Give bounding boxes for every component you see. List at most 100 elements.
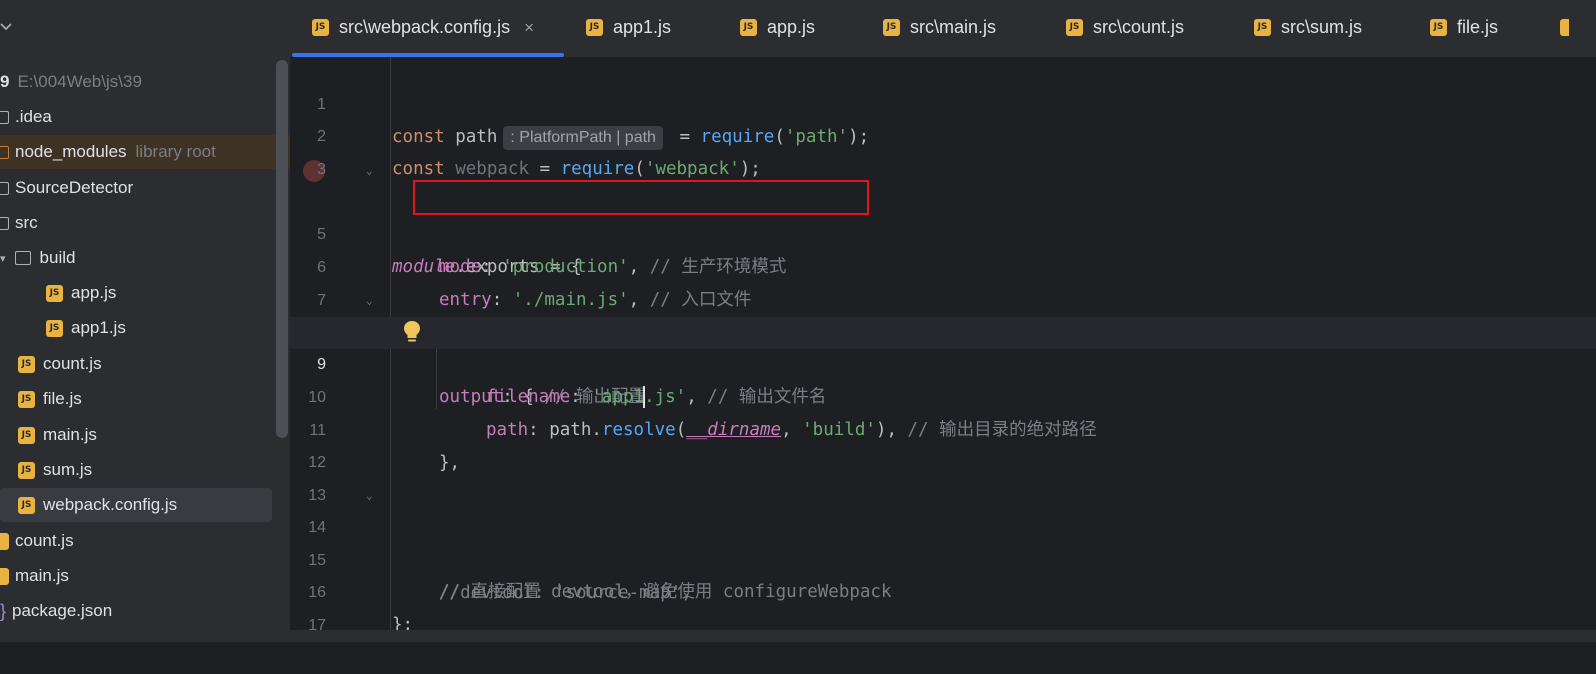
code-line-2[interactable]: 2 const webpack = require('webpack'); — [290, 89, 1596, 179]
js-file-icon: JS — [586, 19, 603, 36]
tree-item-label: .idea — [15, 107, 52, 126]
folder-icon — [0, 181, 9, 195]
code-line-14[interactable]: 14 ⌄ // 直接配置 devtool，避免使用 configureWebpa… — [290, 480, 1596, 602]
tree-item-label: app1.js — [71, 318, 126, 337]
js-file-icon: JS — [18, 426, 35, 444]
tab-app1-js[interactable]: JS app1.js — [586, 0, 671, 55]
code-line-17[interactable]: 17 — [290, 578, 1596, 634]
js-file-icon: JS — [18, 461, 35, 479]
folder-icon — [0, 110, 9, 124]
tree-item-src-sum-js[interactable]: JS sum.js — [0, 453, 278, 487]
tree-item-src-file-js[interactable]: JS file.js — [0, 382, 278, 416]
tab-label: src\main.js — [910, 17, 997, 37]
tree-root[interactable]: 9 E:\004Web\js\39 — [0, 65, 278, 99]
js-file-icon: JS — [18, 355, 35, 373]
tab-src-sum-js[interactable]: JS src\sum.js — [1254, 0, 1362, 55]
tree-item-idea[interactable]: .idea — [0, 100, 278, 134]
tree-item-webpack-config-js[interactable]: JS webpack.config.js — [0, 488, 272, 522]
tree-item-label: app.js — [71, 283, 117, 302]
tree-item-main-js[interactable]: main.js — [0, 559, 278, 593]
tree-item-build[interactable]: ▾ build — [0, 241, 278, 275]
tree-item-src-main-js[interactable]: JS main.js — [0, 418, 278, 452]
js-file-icon: JS — [1066, 19, 1083, 36]
folder-icon — [0, 216, 9, 230]
root-path: E:\004Web\js\39 — [17, 72, 142, 91]
fold-chevron-icon[interactable]: ⌄ — [366, 165, 376, 176]
tree-item-package-json[interactable]: } package.json — [0, 594, 278, 628]
tree-item-build-app1-js[interactable]: JS app1.js — [0, 311, 278, 345]
tree-item-label: sum.js — [43, 460, 93, 479]
tree-item-label: SourceDetector — [15, 178, 134, 197]
chevron-down-icon[interactable] — [0, 20, 14, 34]
tree-item-sourcedetector[interactable]: SourceDetector — [0, 171, 278, 205]
tree-item-node-modules[interactable]: node_modules library root — [0, 135, 290, 169]
tree-item-label: package.json — [12, 601, 113, 620]
project-tree-panel: 9 E:\004Web\js\39 .idea node_modules lib… — [0, 0, 290, 642]
fold-chevron-icon[interactable]: ⌄ — [366, 490, 376, 501]
tab-label: src\webpack.config.js — [339, 17, 511, 37]
js-file-icon: JS — [1430, 19, 1447, 36]
tree-item-label: webpack.config.js — [43, 495, 178, 514]
sidebar-scrollbar[interactable] — [276, 60, 288, 438]
code-line-8[interactable]: 8 ⌄ output: { // 输出配置 — [290, 285, 1596, 407]
tree-item-label: main.js — [43, 425, 97, 444]
tree-item-src[interactable]: src — [0, 206, 278, 240]
folder-icon — [0, 145, 9, 159]
js-file-icon: JS — [1254, 19, 1271, 36]
tree-item-label: count.js — [43, 354, 102, 373]
tree-item-label: src — [15, 213, 38, 232]
code-line-6[interactable]: 6 entry: './main.js', // 入口文件 — [290, 220, 1596, 310]
code-line-3[interactable]: 3 — [290, 122, 1596, 178]
tree-item-label: build — [39, 248, 76, 267]
lightbulb-icon[interactable] — [403, 320, 421, 344]
tab-webpack-config[interactable]: JS src\webpack.config.js × — [312, 0, 534, 55]
code-editor[interactable]: 1 const path: PlatformPath | path = requ… — [290, 57, 1596, 642]
tree-item-src-count-js[interactable]: JS count.js — [0, 347, 278, 381]
bottom-status-strip — [0, 630, 1596, 642]
js-file-icon: JS — [46, 319, 63, 337]
code-line-10[interactable]: 10 path: path.resolve(__dirname, 'build'… — [290, 350, 1596, 440]
js-file-icon: JS — [883, 19, 900, 36]
annotation-highlight-box — [413, 180, 869, 215]
js-file-icon — [0, 532, 9, 550]
library-root-hint: library root — [135, 142, 216, 161]
js-file-icon: JS — [312, 19, 329, 36]
tree-item-count-js[interactable]: count.js — [0, 524, 278, 558]
tab-src-count-js[interactable]: JS src\count.js — [1066, 0, 1184, 55]
tab-app-js[interactable]: JS app.js — [740, 0, 815, 55]
json-file-icon: } — [0, 601, 7, 621]
close-icon[interactable]: × — [524, 18, 534, 38]
code-line-1[interactable]: 1 const path: PlatformPath | path = requ… — [290, 57, 1596, 150]
code-line-12[interactable]: 12 — [290, 415, 1596, 471]
fold-chevron-icon[interactable]: ⌄ — [366, 295, 376, 306]
chevron-down-icon[interactable]: ▾ — [0, 252, 6, 265]
tree-item-label: count.js — [15, 531, 74, 550]
root-label: 9 — [0, 72, 10, 91]
code-line-15[interactable]: 15 //devtool: 'source-map', — [290, 513, 1596, 603]
tab-label: app1.js — [613, 17, 672, 37]
code-line-9[interactable]: 9 filename: 'app1.js', // 输出文件名 — [290, 317, 1596, 408]
js-file-icon: JS — [18, 390, 35, 408]
tab-label: src\count.js — [1093, 17, 1185, 37]
code-line-7[interactable]: 7 — [290, 253, 1596, 309]
tree-item-label: file.js — [43, 389, 82, 408]
editor-tab-bar: JS src\webpack.config.js × JS app1.js JS… — [290, 0, 1596, 58]
js-file-icon: JS — [46, 284, 63, 302]
js-file-icon: JS — [18, 496, 35, 514]
js-file-icon: JS — [740, 19, 757, 36]
tab-label: file.js — [1457, 17, 1499, 37]
js-file-icon — [0, 567, 9, 585]
tree-item-label: main.js — [15, 566, 69, 585]
tab-file-js[interactable]: JS file.js — [1430, 0, 1498, 55]
tab-label: src\sum.js — [1281, 17, 1362, 37]
code-line-13[interactable]: 13 — [290, 448, 1596, 504]
tab-src-main-js[interactable]: JS src\main.js — [883, 0, 996, 55]
tab-overflow[interactable] — [1560, 0, 1579, 55]
tab-label: app.js — [767, 17, 816, 37]
js-file-icon — [1560, 19, 1569, 36]
code-line-11[interactable]: 11 }, — [290, 383, 1596, 473]
tree-item-build-app-js[interactable]: JS app.js — [0, 276, 278, 310]
tree-item-label: node_modules — [15, 142, 127, 161]
folder-icon — [14, 251, 31, 265]
code-line-16[interactable]: 16 }; — [290, 545, 1596, 635]
